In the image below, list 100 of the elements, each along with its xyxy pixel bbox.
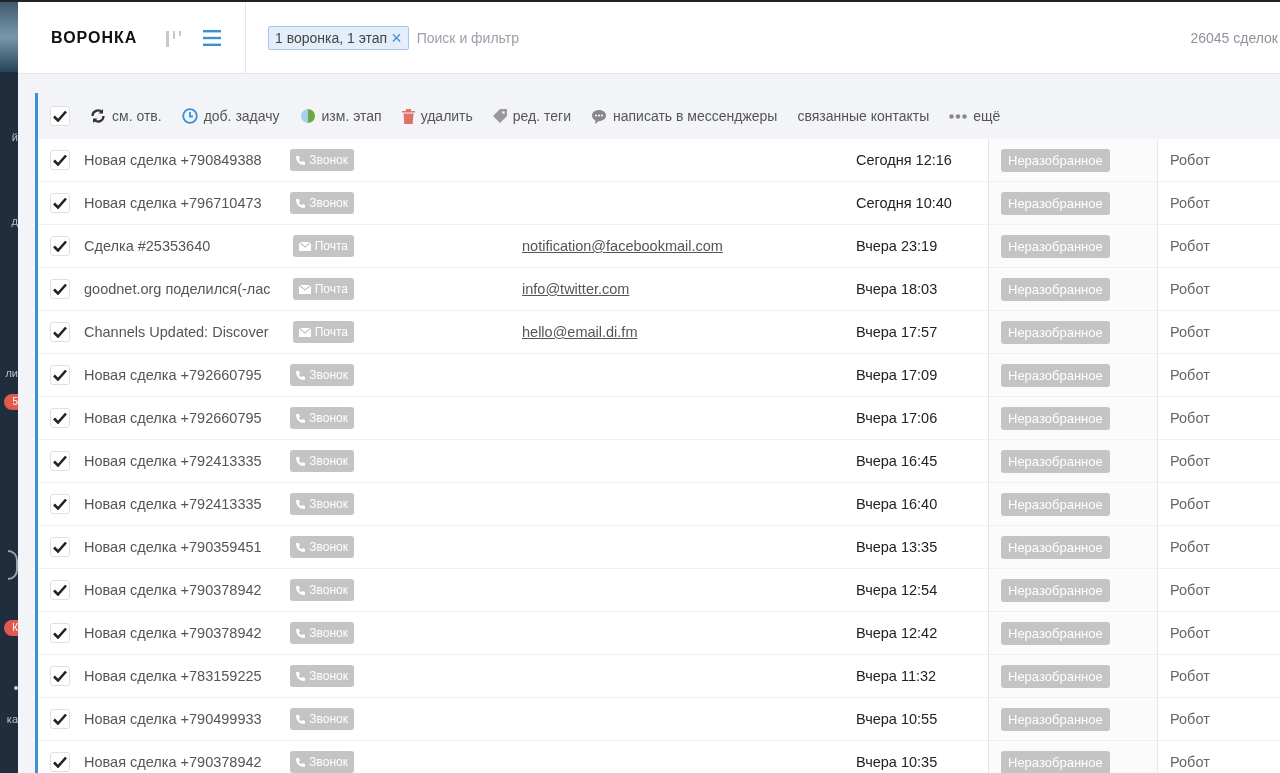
status-badge: Неразобранное bbox=[1001, 750, 1110, 773]
deal-name[interactable]: Новая сделка +790499933 bbox=[84, 711, 280, 727]
owner-cell-text: Робот bbox=[1169, 238, 1210, 254]
status-badge: Неразобранное bbox=[1001, 578, 1110, 602]
owner-cell-text: Робот bbox=[1169, 582, 1210, 598]
date-cell-text: Вчера 13:35 bbox=[856, 539, 939, 555]
phone-icon bbox=[296, 757, 306, 767]
sidebar-label[interactable]: ли bbox=[5, 366, 18, 380]
deal-name[interactable]: Новая сделка +792413335 bbox=[84, 496, 280, 512]
owner-cell-text: Робот bbox=[1169, 281, 1210, 297]
owner-cell-text: Робот bbox=[1169, 367, 1210, 383]
tag-icon bbox=[492, 109, 507, 123]
status-badge: Неразобранное bbox=[1001, 234, 1110, 258]
envelope-icon bbox=[298, 241, 311, 251]
row-checkbox[interactable] bbox=[50, 408, 70, 428]
toolbar-action[interactable]: изм. этап bbox=[299, 108, 382, 124]
date-cell-text: Сегодня 10:40 bbox=[856, 195, 953, 211]
source-label: Звонок bbox=[309, 626, 348, 640]
row-checkbox[interactable] bbox=[50, 580, 70, 600]
status-badge: Неразобранное bbox=[1001, 148, 1110, 172]
row-checkbox[interactable] bbox=[50, 451, 70, 471]
row-checkbox[interactable] bbox=[50, 279, 70, 299]
owner-cell-text: Робот bbox=[1169, 195, 1210, 211]
clock-icon bbox=[181, 108, 198, 124]
email-link[interactable]: notification@facebookmail.com bbox=[522, 238, 723, 254]
row-checkbox[interactable] bbox=[50, 322, 70, 342]
row-checkbox[interactable] bbox=[50, 709, 70, 729]
status-badge: Неразобранное bbox=[1001, 320, 1110, 344]
phone-icon bbox=[296, 714, 306, 724]
deal-name[interactable]: Новая сделка +792413335 bbox=[84, 453, 280, 469]
owner-cell-text: Робот bbox=[1169, 152, 1210, 168]
toolbar-action[interactable]: ещё bbox=[949, 108, 1001, 124]
deal-name[interactable]: Новая сделка +792660795 bbox=[84, 410, 280, 426]
deal-name[interactable]: Новая сделка +790378942 bbox=[84, 582, 280, 598]
row-checkbox[interactable] bbox=[50, 193, 70, 213]
row-checkbox[interactable] bbox=[50, 365, 70, 385]
source-label: Звонок bbox=[309, 411, 348, 425]
email-link[interactable]: info@twitter.com bbox=[522, 281, 630, 297]
source-label: Звонок bbox=[309, 712, 348, 726]
toolbar-action[interactable]: удалить bbox=[401, 108, 473, 124]
source-label: Звонок bbox=[309, 153, 348, 167]
owner-cell-text: Робот bbox=[1169, 539, 1210, 555]
deal-name[interactable]: Сделка #25353640 bbox=[84, 238, 280, 254]
status-badge: Неразобранное bbox=[1001, 406, 1110, 430]
select-all-checkbox[interactable] bbox=[50, 106, 70, 126]
source-label: Почта bbox=[314, 282, 348, 296]
date-cell-text: Вчера 12:54 bbox=[856, 582, 939, 598]
page-title: ВОРОНКА bbox=[51, 28, 138, 47]
phone-icon bbox=[296, 413, 306, 423]
status-badge: Неразобранное bbox=[1001, 707, 1110, 731]
date-cell-text: Вчера 17:06 bbox=[856, 410, 939, 426]
deal-name[interactable]: Новая сделка +790359451 bbox=[84, 539, 280, 555]
deal-name[interactable]: Новая сделка +792660795 bbox=[84, 367, 280, 383]
row-checkbox[interactable] bbox=[50, 752, 70, 772]
phone-icon bbox=[296, 198, 306, 208]
deal-count: 26045 сделок bbox=[1190, 29, 1278, 46]
sidebar-label[interactable]: ка bbox=[6, 712, 18, 726]
deal-name[interactable]: Новая сделка +796710473 bbox=[84, 195, 280, 211]
row-checkbox[interactable] bbox=[50, 236, 70, 256]
date-cell-text: Сегодня 12:16 bbox=[856, 152, 953, 168]
status-badge: Неразобранное bbox=[1001, 492, 1110, 516]
sidebar-label[interactable]: д bbox=[11, 214, 18, 228]
row-checkbox[interactable] bbox=[50, 150, 70, 170]
email-link[interactable]: hello@email.di.fm bbox=[522, 324, 638, 340]
status-badge: Неразобранное bbox=[1001, 277, 1110, 301]
dots-icon bbox=[949, 113, 968, 119]
date-cell-text: Вчера 18:03 bbox=[856, 281, 939, 297]
date-cell-text: Вчера 17:57 bbox=[856, 324, 939, 340]
deal-name[interactable]: Channels Updated: Discover bbox=[84, 324, 280, 340]
date-cell-text: Вчера 16:45 bbox=[856, 453, 939, 469]
owner-cell-text: Робот bbox=[1169, 625, 1210, 641]
dot-icon bbox=[14, 686, 18, 690]
toolbar-action[interactable]: см. отв. bbox=[90, 108, 162, 124]
row-checkbox[interactable] bbox=[50, 623, 70, 643]
row-checkbox[interactable] bbox=[50, 537, 70, 557]
owner-cell-text: Робот bbox=[1169, 496, 1210, 512]
toolbar-action[interactable]: доб. задачу bbox=[181, 108, 280, 124]
deal-name[interactable]: Новая сделка +783159225 bbox=[84, 668, 280, 684]
deal-name[interactable]: Новая сделка +790378942 bbox=[84, 625, 280, 641]
status-badge: Неразобранное bbox=[1001, 191, 1110, 215]
status-badge: Неразобранное bbox=[1001, 535, 1110, 559]
deal-name[interactable]: Новая сделка +790378942 bbox=[84, 754, 280, 770]
sidebar-label[interactable]: й bbox=[11, 130, 18, 144]
toolbar-action[interactable]: написать в мессенджеры bbox=[591, 108, 778, 124]
source-label: Звонок bbox=[309, 454, 348, 468]
trash-icon bbox=[401, 108, 415, 124]
photo-placeholder bbox=[0, 2, 18, 72]
toolbar-action[interactable]: связанные контакты bbox=[797, 108, 930, 124]
phone-icon bbox=[296, 671, 306, 681]
deal-name[interactable]: goodnet.org поделился(-лас bbox=[84, 281, 280, 297]
row-checkbox[interactable] bbox=[50, 666, 70, 686]
owner-cell-text: Робот bbox=[1169, 410, 1210, 426]
phone-icon bbox=[296, 585, 306, 595]
deal-name[interactable]: Новая сделка +790849388 bbox=[84, 152, 280, 168]
source-label: Звонок bbox=[309, 368, 348, 382]
phone-icon bbox=[296, 499, 306, 509]
envelope-icon bbox=[298, 327, 311, 337]
row-checkbox[interactable] bbox=[50, 494, 70, 514]
notification-badge: К bbox=[4, 620, 18, 636]
toolbar-action[interactable]: ред. теги bbox=[492, 108, 571, 124]
